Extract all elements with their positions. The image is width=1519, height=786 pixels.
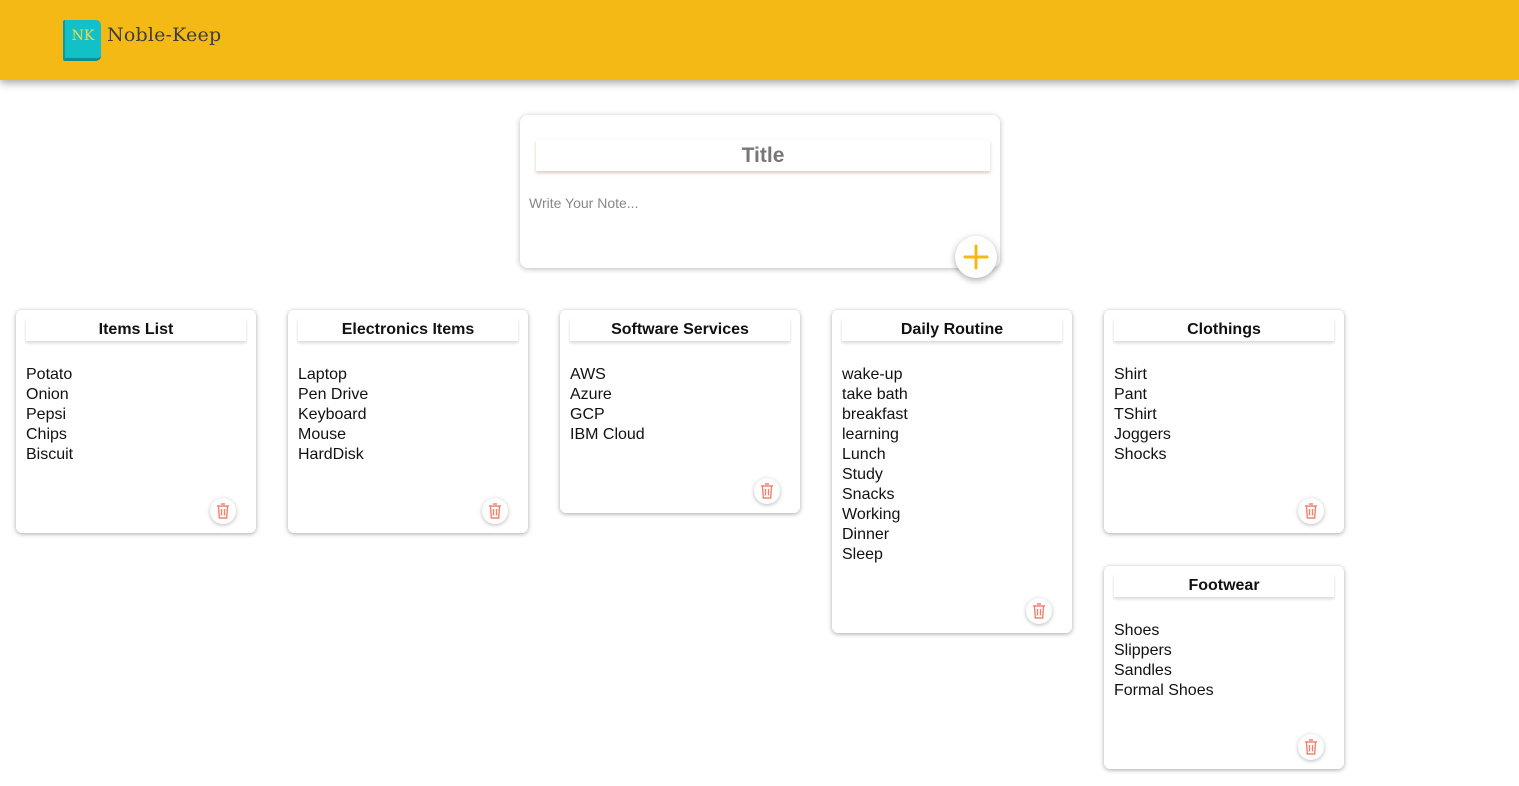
note-item: Mouse (298, 426, 347, 443)
note-card: Clothings Shirt Pant TShirt Joggers Shoc… (1104, 310, 1344, 533)
note-body-input[interactable] (529, 195, 949, 255)
note-title: Electronics Items (298, 318, 518, 341)
note-title: Footwear (1114, 574, 1334, 597)
note-item: Formal Shoes (1114, 682, 1214, 699)
add-note-button[interactable] (955, 236, 997, 278)
note-item: IBM Cloud (570, 426, 645, 443)
trash-icon (217, 503, 229, 519)
create-note-form (520, 115, 1000, 268)
note-item: Pepsi (26, 406, 67, 423)
delete-note-button[interactable] (1298, 498, 1324, 524)
note-item: Azure (570, 386, 612, 403)
note-item: Shirt (1114, 366, 1147, 383)
app-logo[interactable]: NK (63, 20, 101, 61)
note-items: Potato Onion Pepsi Chips Biscuit (26, 365, 73, 465)
note-item: wake-up (842, 366, 903, 383)
note-card: Daily Routine wake-up take bath breakfas… (832, 310, 1072, 633)
note-item: Slippers (1114, 642, 1172, 659)
trash-icon (1305, 503, 1317, 519)
note-card: Software Services AWS Azure GCP IBM Clou… (560, 310, 800, 513)
note-item: breakfast (842, 406, 908, 423)
note-item: TShirt (1114, 406, 1157, 423)
note-title: Software Services (570, 318, 790, 341)
delete-note-button[interactable] (1298, 734, 1324, 760)
app-header: NK Noble-Keep (0, 0, 1519, 80)
note-title-input[interactable] (536, 140, 990, 171)
note-item: Snacks (842, 486, 895, 503)
note-title: Daily Routine (842, 318, 1062, 341)
note-item: AWS (570, 366, 606, 383)
delete-note-button[interactable] (482, 498, 508, 524)
note-title: Clothings (1114, 318, 1334, 341)
note-item: Pen Drive (298, 386, 369, 403)
trash-icon (489, 503, 501, 519)
note-item: GCP (570, 406, 605, 423)
delete-note-button[interactable] (1026, 598, 1052, 624)
trash-icon (761, 483, 773, 499)
trash-icon (1033, 603, 1045, 619)
note-item: learning (842, 426, 899, 443)
note-item: Joggers (1114, 426, 1171, 443)
app-title[interactable]: Noble-Keep (107, 24, 221, 46)
note-items: wake-up take bath breakfast learning Lun… (842, 365, 908, 565)
note-item: Keyboard (298, 406, 367, 423)
note-item: Study (842, 466, 883, 483)
delete-note-button[interactable] (754, 478, 780, 504)
note-items: Shoes Slippers Sandles Formal Shoes (1114, 621, 1214, 701)
note-item: Biscuit (26, 446, 74, 463)
note-item: take bath (842, 386, 908, 403)
note-card: Footwear Shoes Slippers Sandles Formal S… (1104, 566, 1344, 769)
note-items: Shirt Pant TShirt Joggers Shocks (1114, 365, 1171, 465)
note-item: Shoes (1114, 622, 1160, 639)
delete-note-button[interactable] (210, 498, 236, 524)
note-item: Working (842, 506, 901, 523)
note-items: AWS Azure GCP IBM Cloud (570, 365, 645, 445)
note-item: Laptop (298, 366, 347, 383)
note-title: Items List (26, 318, 246, 341)
note-item: Sandles (1114, 662, 1172, 679)
note-item: Sleep (842, 546, 883, 563)
note-item: HardDisk (298, 446, 364, 463)
note-card: Electronics Items Laptop Pen Drive Keybo… (288, 310, 528, 533)
note-card: Items List Potato Onion Pepsi Chips Bisc… (16, 310, 256, 533)
note-item: Dinner (842, 526, 890, 543)
note-item: Chips (26, 426, 67, 443)
note-item: Shocks (1114, 446, 1167, 463)
note-item: Pant (1114, 386, 1147, 403)
note-item: Onion (26, 386, 69, 403)
plus-icon (963, 244, 989, 270)
note-item: Lunch (842, 446, 886, 463)
note-items: Laptop Pen Drive Keyboard Mouse HardDisk (298, 365, 368, 465)
note-item: Potato (26, 366, 73, 383)
trash-icon (1305, 739, 1317, 755)
